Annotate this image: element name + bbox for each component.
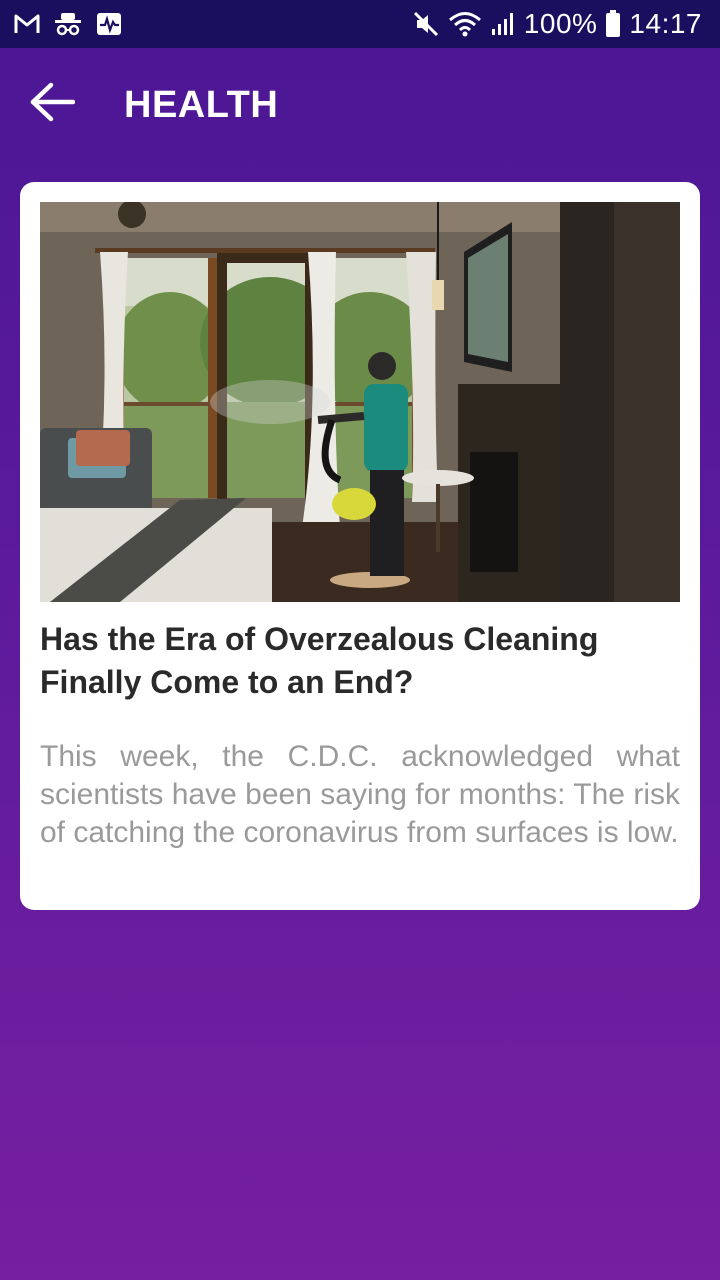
status-left-icons xyxy=(14,12,122,36)
battery-percentage: 100% xyxy=(523,8,598,39)
app-bar: HEALTH xyxy=(0,48,720,164)
clock: 14:17 xyxy=(629,8,702,39)
article-image xyxy=(40,202,680,602)
signal-icon xyxy=(490,11,516,37)
battery-icon xyxy=(605,10,621,38)
mute-icon xyxy=(412,10,440,38)
status-bar: 100% 14:17 xyxy=(0,0,720,48)
back-button[interactable] xyxy=(26,78,78,130)
incognito-icon xyxy=(54,12,82,36)
arrow-left-icon xyxy=(29,82,76,127)
status-right-icons: 100% 14:17 xyxy=(412,8,702,40)
article-card[interactable]: Has the Era of Overzealous Cleaning Fina… xyxy=(20,182,700,910)
gmail-icon xyxy=(14,13,40,35)
article-summary: This week, the C.D.C. acknowledged what … xyxy=(40,740,680,849)
activity-icon xyxy=(96,12,122,36)
page-title: HEALTH xyxy=(124,84,279,126)
article-title: Has the Era of Overzealous Cleaning Fina… xyxy=(40,621,599,700)
wifi-icon xyxy=(448,10,482,38)
